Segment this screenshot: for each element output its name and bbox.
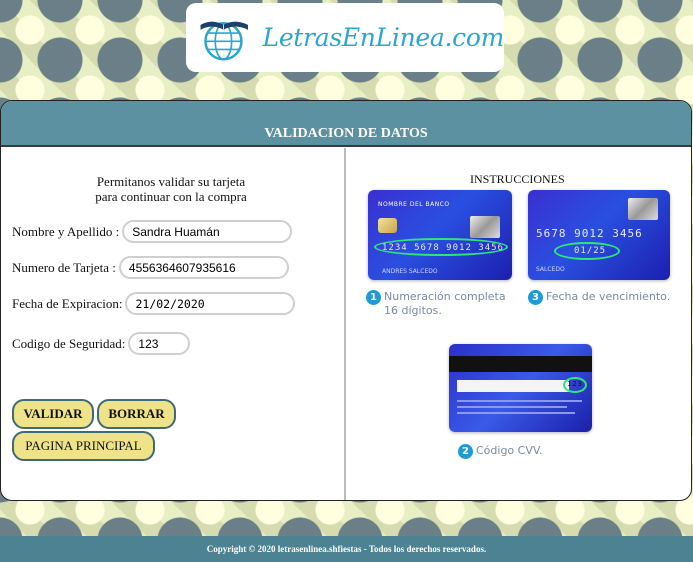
card-holder-example: ANDRES SALCEDO [382,268,438,275]
step-2-caption: 2 Código CVV. [458,444,542,459]
expiry-highlight [554,242,620,260]
card-number-label: Numero de Tarjeta : [12,259,116,275]
validate-button[interactable]: VALIDAR [12,399,94,429]
footer-copyright: Copyright © 2020 letrasenlinea.shfiestas… [206,544,487,554]
validation-panel: VALIDACION DE DATOS Permitanos validar s… [0,100,692,501]
expiry-field[interactable]: 21/02/2020 [125,292,296,315]
intro-line-1: Permitanos validar su tarjeta [96,174,246,189]
globe-book-icon [200,21,248,60]
intro-line-2: para continuar con la compra [95,189,247,204]
card-hologram-2 [628,198,658,220]
card-back-image: 123 [449,344,592,432]
card-back-text-line [457,412,575,414]
home-button[interactable]: PAGINA PRINCIPAL [12,431,155,461]
name-field[interactable]: Sandra Huamán [122,220,293,243]
card-back-text-line [457,406,567,408]
card-number-partial: 5678 9012 3456 [536,227,643,240]
card-chip [378,218,397,233]
panel-header: VALIDACION DE DATOS [1,101,691,147]
cvv-highlight [563,377,587,393]
card-number-row: Numero de Tarjeta : 4556364607935616 [12,256,289,279]
magnetic-stripe [449,356,592,372]
signature-strip [457,380,569,392]
instructions-title: INSTRUCCIONES [470,172,565,186]
card-front-image: NOMBRE DEL BANCO 1234 5678 9012 3456 AND… [368,190,512,280]
clear-button[interactable]: BORRAR [97,399,176,429]
step-3-caption: 3 Fecha de vencimiento. [528,290,670,305]
step-2-badge: 2 [458,444,473,459]
step-3-text: Fecha de vencimiento. [546,290,671,303]
logo-text: LetrasEnLinea.com [262,23,505,52]
cvv-field[interactable]: 123 [128,332,191,355]
page-footer: Copyright © 2020 letrasenlinea.shfiestas… [0,536,693,562]
form-intro: Permitanos validar su tarjeta para conti… [71,174,271,204]
step-2-text: Código CVV. [476,444,543,457]
name-label: Nombre y Apellido : [12,223,120,239]
card-front-expiry-image: 5678 9012 3456 01/25 SALCEDO [528,190,670,280]
card-hologram [470,216,500,238]
step-1-line-2: 16 dígitos. [384,304,442,317]
card-back-text-line [457,400,582,402]
panel-title: VALIDACION DE DATOS [264,126,428,141]
step-3-badge: 3 [528,290,543,305]
card-form: Permitanos validar su tarjeta para conti… [1,148,346,500]
card-bank-name: NOMBRE DEL BANCO [378,201,450,208]
name-row: Nombre y Apellido : Sandra Huamán [12,220,293,243]
cvv-row: Codigo de Seguridad: 123 [12,332,191,355]
expiry-row: Fecha de Expiracion: 21/02/2020 [12,292,296,315]
expiry-label: Fecha de Expiracion: [12,295,123,311]
instructions-panel: INSTRUCCIONES NOMBRE DEL BANCO 1234 5678… [348,148,691,500]
card-holder-partial: SALCEDO [536,266,565,273]
step-1-caption: 1 Numeración completa 16 dígitos. [366,290,506,318]
number-highlight [374,238,508,256]
step-1-badge: 1 [366,290,381,305]
card-number-field[interactable]: 4556364607935616 [118,256,289,279]
cvv-label: Codigo de Seguridad: [12,335,126,351]
site-logo[interactable]: LetrasEnLinea.com [186,3,504,72]
step-1-line-1: Numeración completa [384,290,506,303]
